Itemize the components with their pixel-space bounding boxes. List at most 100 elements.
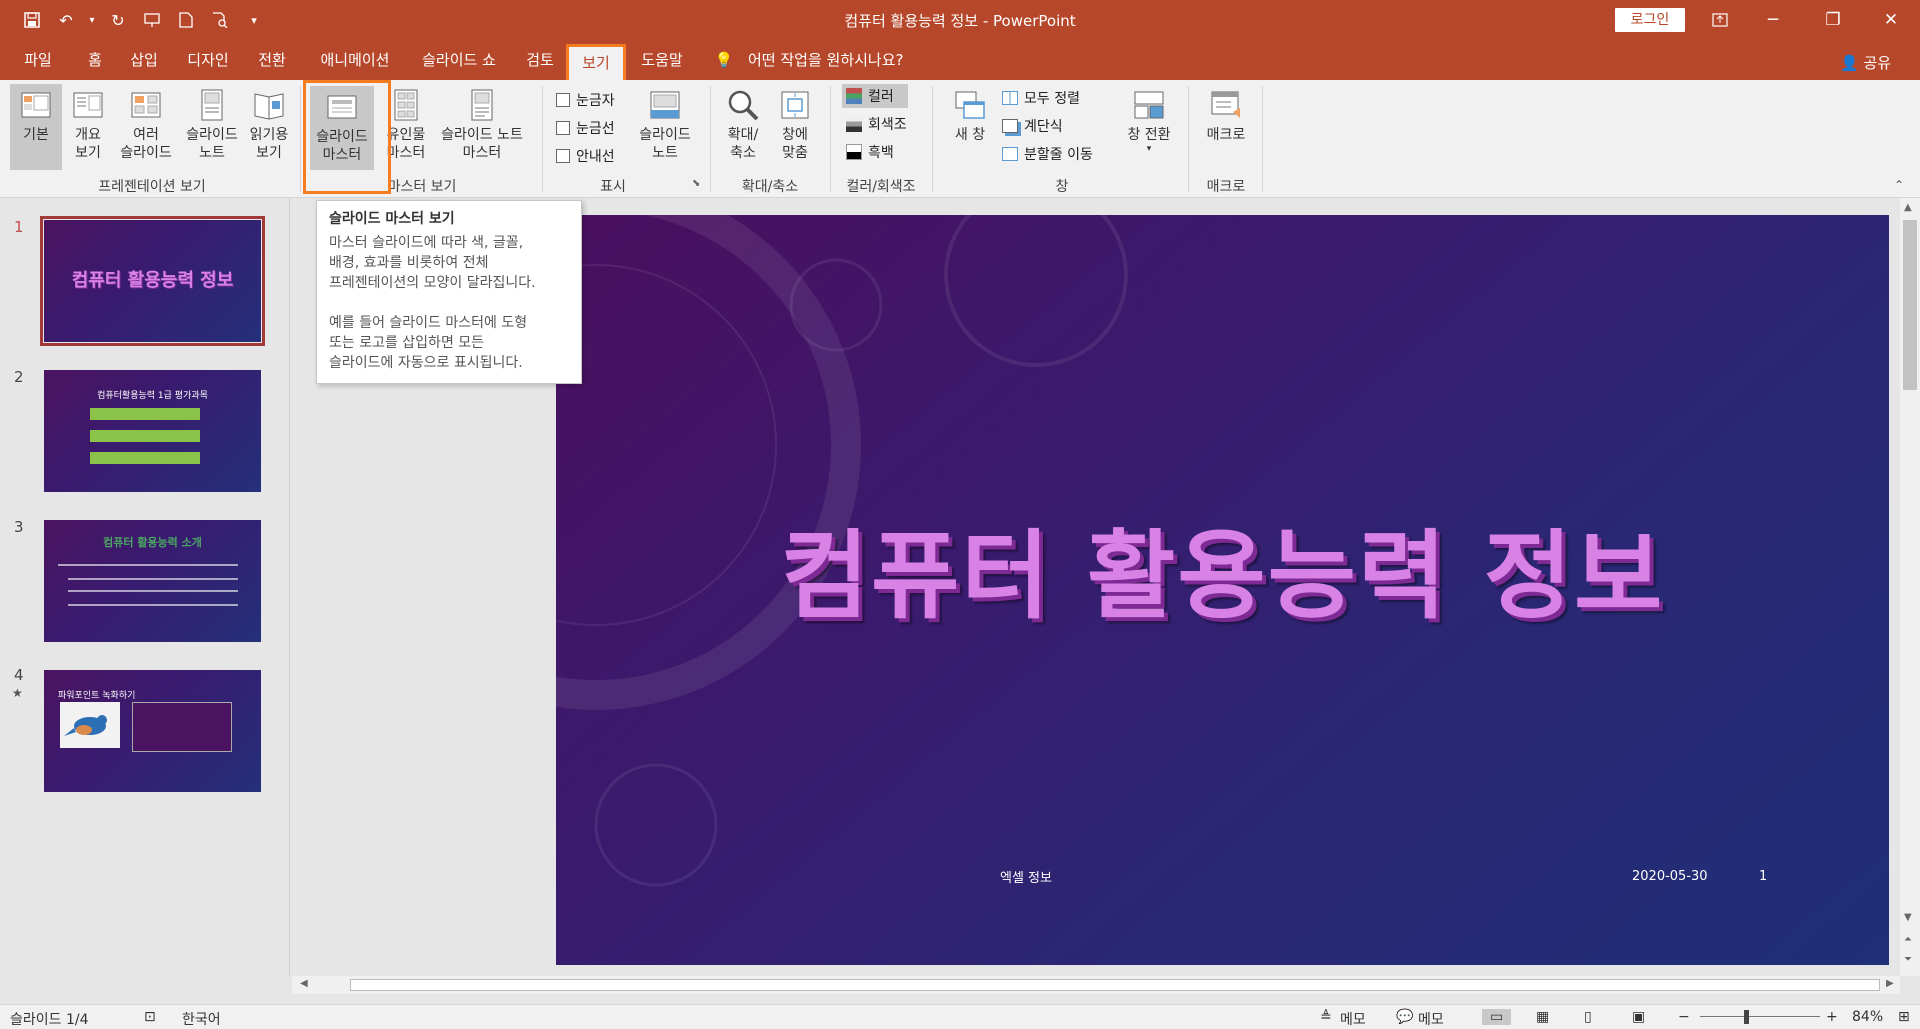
previous-slide-icon[interactable]: ⏶ bbox=[1904, 934, 1912, 945]
grayscale-button[interactable]: 회색조 bbox=[846, 114, 907, 134]
close-icon[interactable]: ✕ bbox=[1868, 4, 1914, 36]
normal-view-button[interactable]: 기본 bbox=[10, 84, 62, 170]
tab-review[interactable]: 검토 bbox=[518, 40, 562, 80]
zoom-slider-track[interactable] bbox=[1700, 1016, 1820, 1017]
zoom-label-1: 확대/ bbox=[727, 127, 759, 143]
macro-icon bbox=[1211, 91, 1240, 118]
lightbulb-icon[interactable]: 💡 bbox=[712, 40, 736, 80]
slide-sorter-status-icon[interactable]: ▦ bbox=[1536, 1009, 1549, 1025]
slide-date[interactable]: 2020-05-30 bbox=[1632, 869, 1708, 884]
slideshow-status-icon[interactable]: ▣ bbox=[1632, 1009, 1645, 1025]
slide-thumbnail-1[interactable]: 컴퓨터 활용능력 정보 bbox=[40, 216, 265, 346]
tab-home[interactable]: 홈 bbox=[80, 40, 110, 80]
gridlines-checkbox[interactable]: 눈금선 bbox=[556, 118, 615, 138]
login-button[interactable]: 로그인 bbox=[1615, 8, 1685, 32]
slide-title[interactable]: 컴퓨터 활용능력 정보 bbox=[556, 498, 1889, 637]
language-status[interactable]: 한국어 bbox=[182, 1009, 221, 1029]
tell-me-search[interactable]: 어떤 작업을 원하시나요? bbox=[748, 40, 928, 80]
tab-transitions[interactable]: 전환 bbox=[250, 40, 294, 80]
macros-button[interactable]: 매크로 bbox=[1196, 84, 1256, 170]
guides-checkbox-box[interactable] bbox=[556, 149, 570, 163]
ribbon-display-options-icon[interactable] bbox=[1697, 4, 1743, 36]
handout-master-label-1: 유인물 bbox=[386, 127, 426, 143]
slide-master-tooltip: 슬라이드 마스터 보기 마스터 슬라이드에 따라 색, 글꼴, 배경, 효과를 … bbox=[316, 200, 582, 384]
notes-master-label-2: 마스터 bbox=[462, 145, 502, 161]
slide-thumbnail-2[interactable]: 컴퓨터활용능력 1급 평가과목 bbox=[44, 370, 261, 492]
slide-footer[interactable]: 엑셀 정보 bbox=[1000, 867, 1052, 886]
switch-windows-button[interactable]: 창 전환 ▾ bbox=[1118, 84, 1180, 170]
notes-toggle-label[interactable]: 메모 bbox=[1340, 1009, 1366, 1029]
notes-page-button[interactable]: 슬라이드 노트 bbox=[180, 84, 244, 170]
spelling-icon[interactable]: ⊡ bbox=[144, 1009, 156, 1025]
zoom-button[interactable]: 확대/ 축소 bbox=[718, 84, 768, 170]
macros-label: 매크로 bbox=[1206, 127, 1246, 143]
outline-view-button[interactable]: 개요 보기 bbox=[66, 84, 110, 170]
notes-pane-button[interactable]: 슬라이드 노트 bbox=[632, 84, 698, 170]
fit-to-window-button[interactable]: 창에 맞춤 bbox=[770, 84, 820, 170]
reading-view-label-1: 읽기용 bbox=[249, 127, 289, 143]
notes-toggle-icon[interactable]: ≜ bbox=[1320, 1009, 1332, 1025]
reading-view-icon bbox=[254, 93, 284, 120]
reading-view-status-icon[interactable]: ▯ bbox=[1584, 1009, 1592, 1025]
tab-file[interactable]: 파일 bbox=[14, 40, 62, 80]
color-button[interactable]: 컬러 bbox=[842, 84, 908, 108]
cascade-button[interactable]: 계단식 bbox=[1002, 116, 1063, 136]
zoom-slider-thumb[interactable] bbox=[1744, 1010, 1749, 1024]
ribbon-tabs: 파일 홈 삽입 디자인 전환 애니메이션 슬라이드 쇼 검토 보기 도움말 💡 … bbox=[0, 40, 1920, 80]
collapse-ribbon-icon[interactable]: ⌃ bbox=[1894, 178, 1904, 192]
normal-view-status-icon[interactable]: ▭ bbox=[1482, 1009, 1512, 1025]
slide-page-number[interactable]: 1 bbox=[1759, 869, 1767, 884]
tab-view[interactable]: 보기 bbox=[566, 44, 626, 80]
share-button[interactable]: 👤 공유 bbox=[1840, 52, 1891, 73]
slide-sorter-button[interactable]: 여러 슬라이드 bbox=[114, 84, 178, 170]
black-white-button[interactable]: 흑백 bbox=[846, 142, 894, 162]
zoom-out-icon[interactable]: − bbox=[1678, 1009, 1690, 1025]
scroll-down-icon[interactable]: ▼ bbox=[1904, 912, 1912, 923]
slide-thumbnail-4[interactable]: 파워포인트 녹화하기 bbox=[44, 670, 261, 792]
gridlines-checkbox-box[interactable] bbox=[556, 121, 570, 135]
ruler-checkbox[interactable]: 눈금자 bbox=[556, 90, 615, 110]
tooltip-text: 예를 들어 슬라이드 마스터에 도형 bbox=[329, 315, 528, 331]
normal-view-icon bbox=[21, 92, 51, 118]
comments-icon[interactable]: 💬 bbox=[1396, 1009, 1413, 1025]
scroll-up-icon[interactable]: ▲ bbox=[1904, 202, 1912, 213]
move-split-button[interactable]: 분할줄 이동 bbox=[1002, 144, 1093, 164]
horizontal-scroll-thumb[interactable] bbox=[350, 979, 1880, 991]
bird-image bbox=[60, 702, 120, 748]
zoom-level[interactable]: 84% bbox=[1852, 1009, 1883, 1025]
fit-slide-icon[interactable]: ⊞ bbox=[1898, 1009, 1910, 1025]
guides-checkbox[interactable]: 안내선 bbox=[556, 146, 615, 166]
group-separator bbox=[300, 86, 301, 192]
restore-icon[interactable]: ❐ bbox=[1810, 4, 1856, 36]
zoom-in-icon[interactable]: + bbox=[1826, 1009, 1838, 1025]
comments-label[interactable]: 메모 bbox=[1418, 1009, 1444, 1029]
tab-insert[interactable]: 삽입 bbox=[122, 40, 166, 80]
tab-animations[interactable]: 애니메이션 bbox=[310, 40, 400, 80]
new-window-button[interactable]: 새 창 bbox=[942, 84, 998, 170]
tab-help[interactable]: 도움말 bbox=[636, 40, 688, 80]
notes-master-label-1: 슬라이드 노트 bbox=[441, 127, 523, 143]
show-dialog-launcher-icon[interactable]: ⬊ bbox=[692, 178, 700, 189]
vertical-scroll-thumb[interactable] bbox=[1903, 220, 1917, 390]
outline-view-label-2: 보기 bbox=[75, 145, 101, 161]
scroll-right-icon[interactable]: ▶ bbox=[1886, 978, 1894, 989]
slide-canvas[interactable]: 컴퓨터 활용능력 정보 엑셀 정보 2020-05-30 1 bbox=[556, 215, 1889, 965]
black-white-swatch-icon bbox=[846, 144, 862, 160]
fit-to-window-icon bbox=[781, 91, 809, 119]
arrange-all-button[interactable]: 모두 정렬 bbox=[1002, 88, 1080, 108]
reading-view-button[interactable]: 읽기용 보기 bbox=[246, 84, 292, 170]
next-slide-icon[interactable]: ⏷ bbox=[1904, 954, 1912, 965]
tab-slideshow[interactable]: 슬라이드 쇼 bbox=[414, 40, 504, 80]
status-bar: 슬라이드 1/4 ⊡ 한국어 ≜ 메모 💬 메모 ▭ ▦ ▯ ▣ − + 84%… bbox=[0, 1004, 1920, 1029]
scroll-left-icon[interactable]: ◀ bbox=[300, 978, 308, 989]
tab-design[interactable]: 디자인 bbox=[180, 40, 236, 80]
notes-page-label-2: 노트 bbox=[199, 145, 225, 161]
vertical-scrollbar[interactable]: ▲ ▼ ⏶ ⏷ bbox=[1900, 198, 1920, 976]
handout-master-icon bbox=[394, 89, 418, 121]
notes-master-button[interactable]: 슬라이드 노트 마스터 bbox=[434, 84, 530, 170]
grayscale-label: 회색조 bbox=[868, 117, 907, 133]
minimize-icon[interactable]: ─ bbox=[1750, 4, 1796, 36]
horizontal-scrollbar[interactable]: ◀ ▶ bbox=[292, 976, 1900, 994]
slide-thumbnail-3[interactable]: 컴퓨터 활용능력 소개 bbox=[44, 520, 261, 642]
ruler-checkbox-box[interactable] bbox=[556, 93, 570, 107]
